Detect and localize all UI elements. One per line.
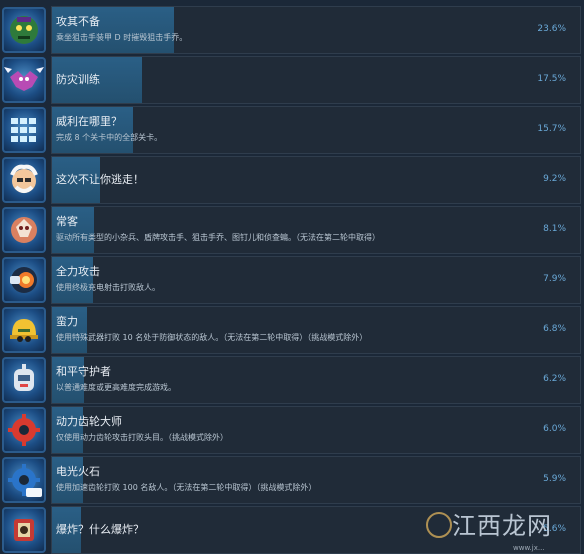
achievement-percent: 6.8%	[543, 324, 566, 334]
achievement-panel: 攻其不备 乘坐狙击手装甲 D 时摧毁狙击手乔。 23.6%	[51, 6, 581, 54]
achievement-row[interactable]: 和平守护者 以普通难度或更高难度完成游戏。 6.2%	[0, 355, 584, 405]
achievement-panel: 常客 驱动所有类型的小杂兵、盾牌攻击手、狙击手乔、图钉儿和侦查蝙。（无法在第二轮…	[51, 206, 581, 254]
achievement-title: 爆炸？什么爆炸？	[56, 523, 144, 536]
achievement-row[interactable]: 这次不让你逃走！ 9.2%	[0, 155, 584, 205]
achievement-percent: 5.9%	[543, 474, 566, 484]
achievement-panel: 动力齿轮大师 仅使用动力齿轮攻击打败头目。（挑战模式除外） 6.0%	[51, 406, 581, 454]
achievement-title: 攻其不备	[56, 15, 100, 28]
achievement-row[interactable]: 电光火石 使用加速齿轮打败 100 名敌人。（无法在第二轮中取得）（挑战模式除外…	[0, 455, 584, 505]
achievement-percent: 9.2%	[543, 174, 566, 184]
achievement-row[interactable]: 全力攻击 使用终极充电射击打败敌人。 7.9%	[0, 255, 584, 305]
green-goblin-icon	[2, 7, 46, 53]
achievement-title: 全力攻击	[56, 265, 100, 278]
grid-icon	[2, 107, 46, 153]
gear-icon	[2, 407, 46, 453]
achievement-description: 乘坐狙击手装甲 D 时摧毁狙击手乔。	[56, 33, 188, 42]
buster-icon	[2, 257, 46, 303]
achievement-row[interactable]: 防灾训练 17.5%	[0, 55, 584, 105]
achievement-row[interactable]: 常客 驱动所有类型的小杂兵、盾牌攻击手、狙击手乔、图钉儿和侦查蝙。（无法在第二轮…	[0, 205, 584, 255]
achievement-panel: 和平守护者 以普通难度或更高难度完成游戏。 6.2%	[51, 356, 581, 404]
achievement-title: 防灾训练	[56, 73, 100, 86]
achievement-percent: 7.9%	[543, 274, 566, 284]
achievement-description: 仅使用动力齿轮攻击打败头目。（挑战模式除外）	[56, 433, 228, 442]
watermark: 江西龙网 www.jx...	[418, 502, 584, 554]
achievement-description: 使用加速齿轮打败 100 名敌人。（无法在第二轮中取得）（挑战模式除外）	[56, 483, 317, 492]
achievement-panel: 电光火石 使用加速齿轮打败 100 名敌人。（无法在第二轮中取得）（挑战模式除外…	[51, 456, 581, 504]
achievement-percent: 23.6%	[537, 24, 566, 34]
hardhat-icon	[2, 307, 46, 353]
watermark-logo-icon	[426, 512, 452, 538]
bomb-icon	[2, 507, 46, 553]
achievement-panel: 威利在哪里？ 完成 8 个关卡中的全部关卡。 15.7%	[51, 106, 581, 154]
achievement-description: 驱动所有类型的小杂兵、盾牌攻击手、狙击手乔、图钉儿和侦查蝙。（无法在第二轮中取得…	[56, 233, 380, 242]
achievement-panel: 全力攻击 使用终极充电射击打败敌人。 7.9%	[51, 256, 581, 304]
achievement-panel: 这次不让你逃走！ 9.2%	[51, 156, 581, 204]
achievement-percent: 6.0%	[543, 424, 566, 434]
watermark-text: 江西龙网	[452, 512, 552, 540]
achievement-title: 这次不让你逃走！	[56, 173, 144, 186]
achievement-description: 完成 8 个关卡中的全部关卡。	[56, 133, 163, 142]
achievement-title: 威利在哪里？	[56, 115, 122, 128]
fighter-icon	[2, 207, 46, 253]
achievement-description: 使用终极充电射击打败敌人。	[56, 283, 160, 292]
achievement-title: 和平守护者	[56, 365, 111, 378]
achievement-title: 动力齿轮大师	[56, 415, 122, 428]
achievement-description: 使用特殊武器打败 10 名处于防御状态的敌人。（无法在第二轮中取得）（挑战模式除…	[56, 333, 368, 342]
achievement-row[interactable]: 蛮力 使用特殊武器打败 10 名处于防御状态的敌人。（无法在第二轮中取得）（挑战…	[0, 305, 584, 355]
robot-head-icon	[2, 357, 46, 403]
achievement-row[interactable]: 动力齿轮大师 仅使用动力齿轮攻击打败头目。（挑战模式除外） 6.0%	[0, 405, 584, 455]
watermark-subtext: www.jx...	[513, 544, 545, 552]
speed-gear-100-icon	[2, 457, 46, 503]
winged-mask-icon	[2, 57, 46, 103]
achievement-list: 攻其不备 乘坐狙击手装甲 D 时摧毁狙击手乔。 23.6% 防灾训练 17.5%	[0, 0, 584, 554]
achievement-percent: 6.2%	[543, 374, 566, 384]
achievement-title: 常客	[56, 215, 78, 228]
achievement-row[interactable]: 攻其不备 乘坐狙击手装甲 D 时摧毁狙击手乔。 23.6%	[0, 5, 584, 55]
achievement-panel: 防灾训练 17.5%	[51, 56, 581, 104]
achievement-row[interactable]: 威利在哪里？ 完成 8 个关卡中的全部关卡。 15.7%	[0, 105, 584, 155]
achievement-title: 蛮力	[56, 315, 78, 328]
achievement-percent: 17.5%	[537, 74, 566, 84]
scientist-face-icon	[2, 157, 46, 203]
achievement-title: 电光火石	[56, 465, 100, 478]
achievement-percent: 15.7%	[537, 124, 566, 134]
achievement-panel: 蛮力 使用特殊武器打败 10 名处于防御状态的敌人。（无法在第二轮中取得）（挑战…	[51, 306, 581, 354]
achievement-percent: 8.1%	[543, 224, 566, 234]
achievement-description: 以普通难度或更高难度完成游戏。	[56, 383, 176, 392]
